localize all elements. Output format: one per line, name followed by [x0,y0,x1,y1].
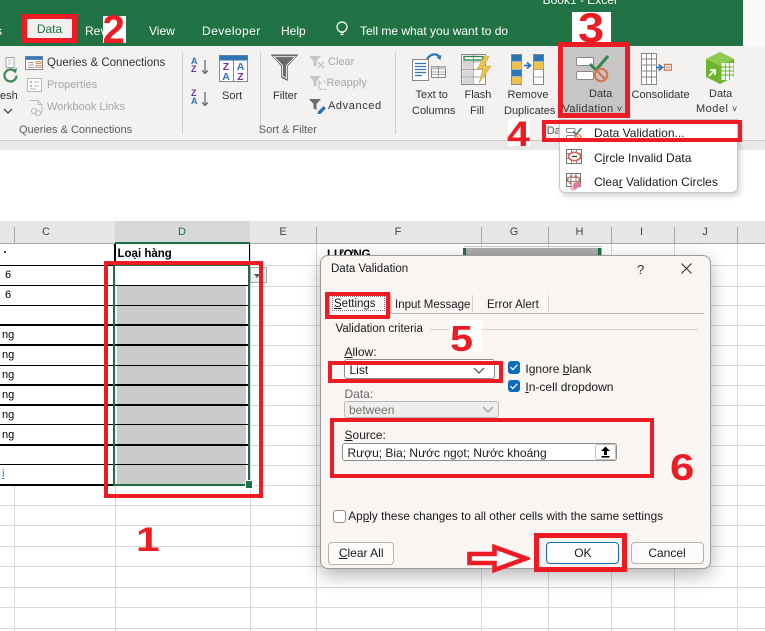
svg-text:Z: Z [237,71,244,82]
svg-text:A: A [222,71,230,82]
